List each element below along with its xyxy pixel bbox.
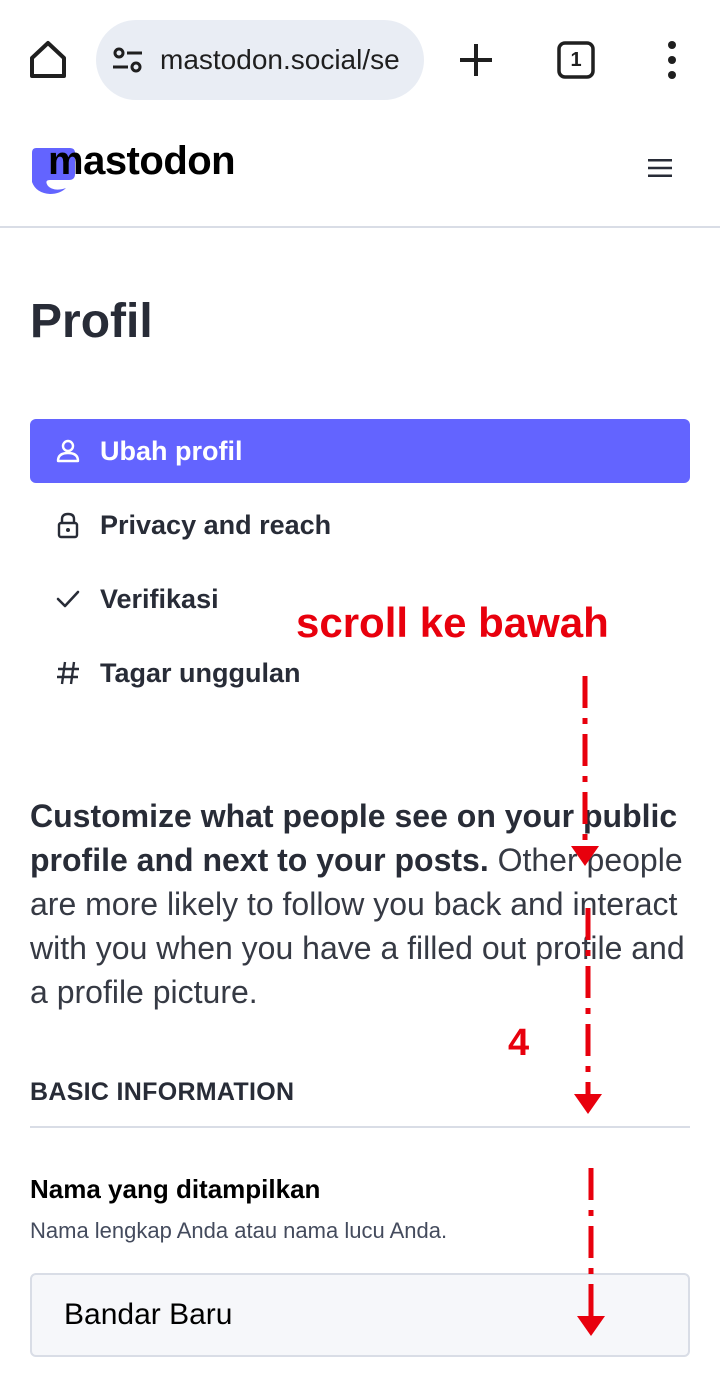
nav-item-featured-hashtags[interactable]: Tagar unggulan bbox=[30, 641, 690, 705]
check-icon bbox=[56, 590, 80, 608]
tab-count: 1 bbox=[570, 49, 582, 71]
section-divider bbox=[30, 1126, 690, 1128]
tab-switcher-button[interactable]: 1 bbox=[556, 40, 596, 80]
profile-intro-text: Customize what people see on your public… bbox=[30, 794, 700, 1014]
nav-label: Ubah profil bbox=[100, 436, 243, 466]
nav-label: Tagar unggulan bbox=[100, 658, 301, 688]
site-settings-icon[interactable] bbox=[110, 42, 146, 78]
hashtag-icon bbox=[57, 661, 79, 685]
person-icon bbox=[56, 439, 80, 463]
section-title-basic-information: BASIC INFORMATION bbox=[30, 1078, 295, 1106]
home-button[interactable] bbox=[24, 36, 72, 84]
site-header: mastodon bbox=[0, 120, 720, 228]
home-icon bbox=[30, 41, 66, 78]
display-name-hint: Nama lengkap Anda atau nama lucu Anda. bbox=[30, 1218, 448, 1243]
nav-label: Privacy and reach bbox=[100, 510, 332, 540]
lock-icon bbox=[57, 512, 79, 539]
display-name-label: Nama yang ditampilkan bbox=[30, 1174, 321, 1204]
site-menu-button[interactable] bbox=[646, 156, 674, 180]
nav-item-privacy-and-reach[interactable]: Privacy and reach bbox=[30, 493, 690, 557]
scroll-down-annotation: scroll ke bawah bbox=[296, 599, 609, 646]
overflow-menu-icon bbox=[668, 41, 676, 79]
nav-item-edit-profile[interactable]: Ubah profil bbox=[30, 419, 690, 483]
hamburger-icon bbox=[648, 159, 672, 177]
address-bar[interactable]: mastodon.social/se bbox=[96, 20, 424, 100]
new-tab-button[interactable] bbox=[456, 40, 496, 80]
mastodon-wordmark[interactable]: mastodon bbox=[48, 136, 236, 186]
display-name-input[interactable] bbox=[30, 1273, 690, 1357]
url-text: mastodon.social/se bbox=[160, 44, 400, 75]
nav-label: Verifikasi bbox=[100, 584, 219, 614]
step-number-annotation: 4 bbox=[508, 1022, 530, 1064]
page-title: Profil bbox=[30, 295, 153, 348]
browser-toolbar: mastodon.social/se 1 bbox=[0, 0, 720, 120]
overflow-menu-button[interactable] bbox=[660, 40, 684, 80]
plus-icon bbox=[460, 44, 492, 76]
